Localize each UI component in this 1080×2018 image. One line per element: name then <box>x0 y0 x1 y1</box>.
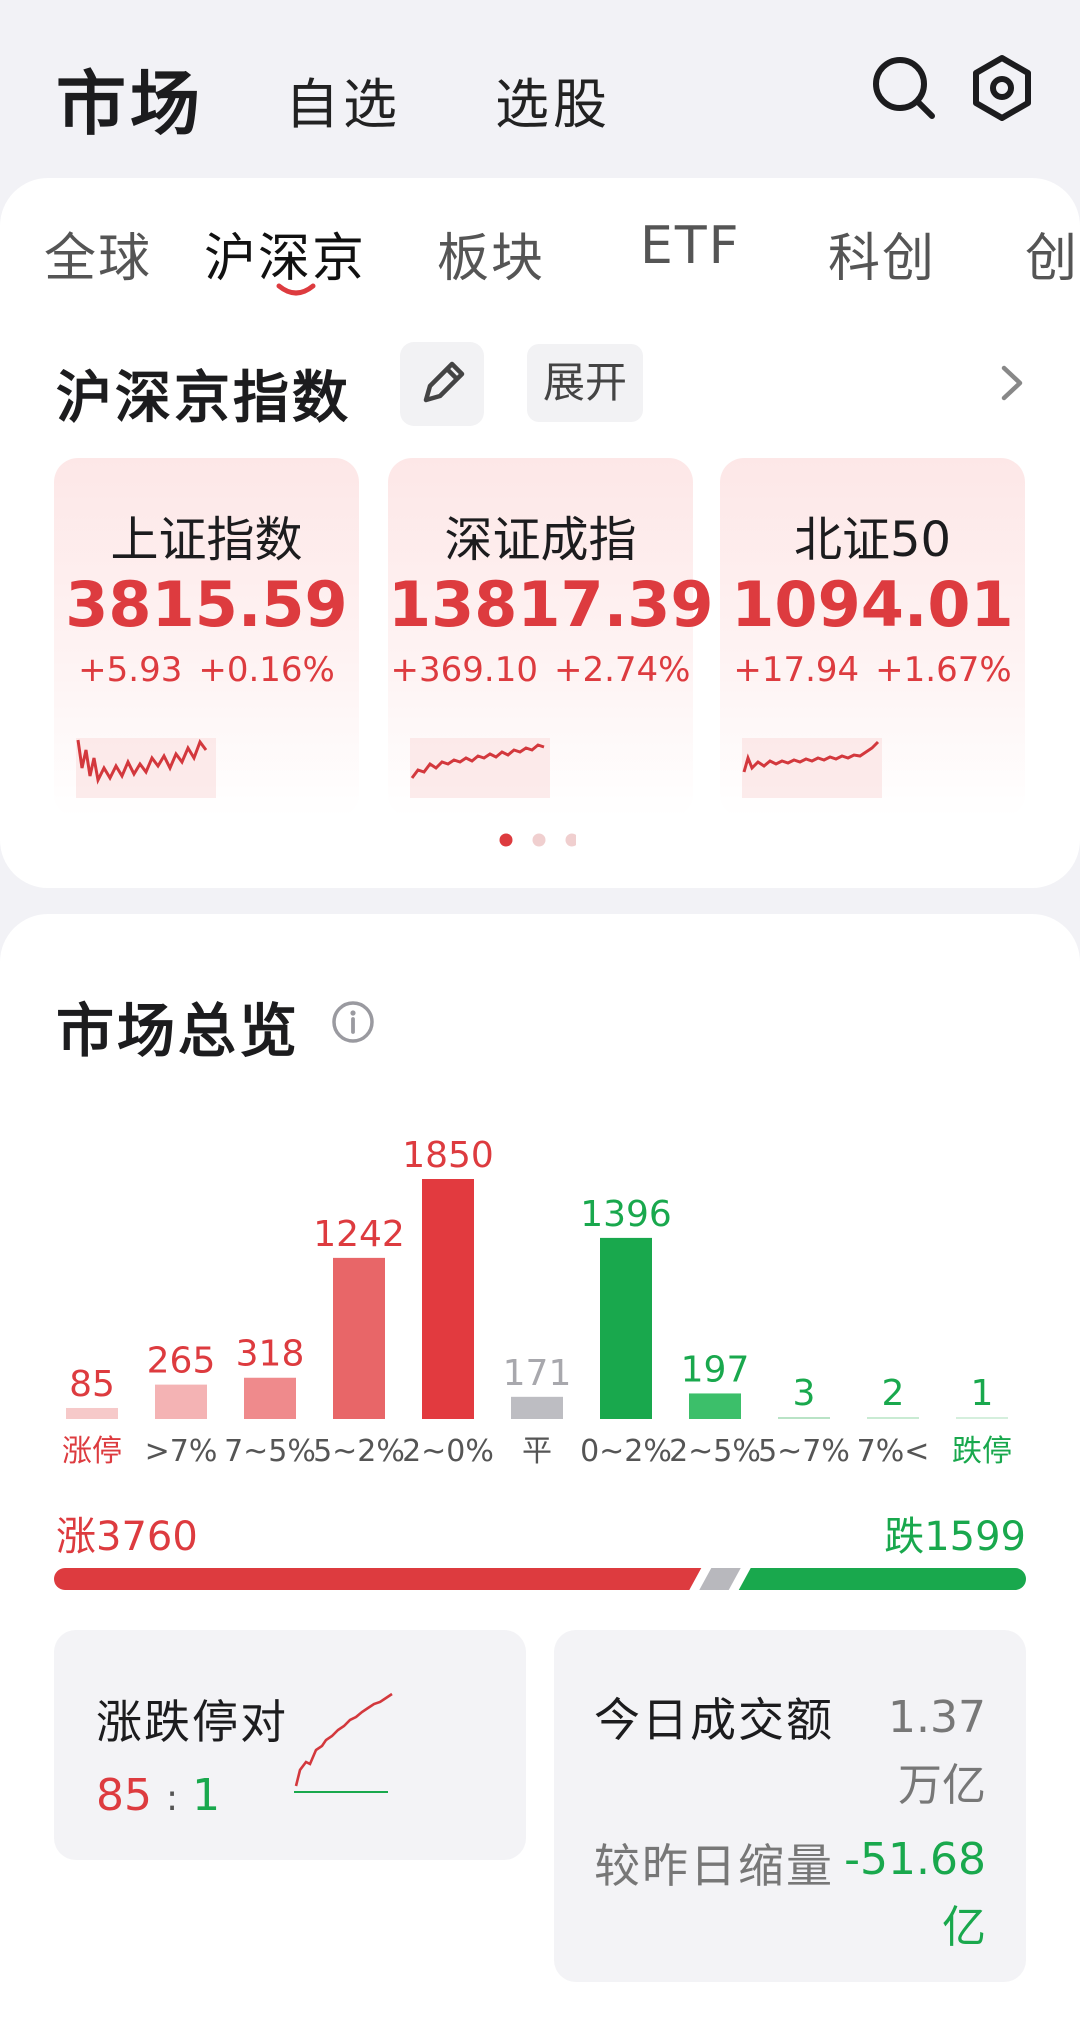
index-change: +5.93 +0.16% <box>54 650 359 690</box>
index-name: 上证指数 <box>110 512 303 568</box>
fall-segment <box>738 1568 1026 1590</box>
sparkline <box>410 738 550 798</box>
turnover-compare-value: -51.68亿 <box>844 1834 986 1953</box>
settings-icon[interactable] <box>966 52 1038 124</box>
bar-value-label: 197 <box>681 1349 750 1390</box>
limit-down-count: 1 <box>192 1770 221 1821</box>
market-subtabs: 全球 沪深京 板块 ETF 科创 创 <box>0 216 1080 296</box>
rise-count-label: 涨3760 <box>56 1514 198 1560</box>
app-header: 市场 自选 选股 <box>0 0 1080 180</box>
bar-value-label: 318 <box>236 1334 305 1375</box>
bar-value-label: 1850 <box>402 1135 494 1176</box>
rise-fall-ratio-bar <box>54 1568 1026 1590</box>
limit-pair-card[interactable]: 涨跌停对 85:1 <box>54 1630 526 1860</box>
ratio-separator: : <box>166 1778 179 1819</box>
flat-segment <box>699 1568 741 1590</box>
index-value: 3815.59 <box>65 568 348 641</box>
bar-8 <box>778 1417 830 1419</box>
sparkline <box>76 738 216 798</box>
carousel-pager[interactable] <box>496 832 576 848</box>
bar-3 <box>333 1257 385 1419</box>
index-card-shenzhen[interactable]: 深证成指 13817.39 +369.10 +2.74% <box>388 458 714 818</box>
category-label: >7% <box>145 1434 218 1469</box>
page-title[interactable]: 市场 <box>56 48 204 149</box>
subtab-sector[interactable]: 板块 <box>437 216 545 291</box>
bar-value-label: 2 <box>882 1373 905 1414</box>
index-name: 深证成指 <box>444 512 637 568</box>
category-label: 2~5% <box>669 1434 761 1469</box>
change-percent: +2.74% <box>553 650 691 690</box>
index-card-beijing50[interactable]: 北证50 1094.01 +17.94 +1.67% <box>720 458 1025 818</box>
category-label: 平 <box>522 1434 552 1469</box>
category-label: 7%< <box>857 1434 930 1469</box>
active-tab-indicator <box>276 283 316 296</box>
fall-count-label: 跌1599 <box>884 1514 1026 1560</box>
change-percent: +0.16% <box>198 650 335 690</box>
edit-button[interactable] <box>400 342 484 426</box>
pager-dot <box>565 833 576 847</box>
tab-stock-picker[interactable]: 选股 <box>495 60 611 139</box>
limit-up-count: 85 <box>96 1770 152 1821</box>
bar-1 <box>155 1384 207 1419</box>
index-card-shanghai[interactable]: 上证指数 3815.59 +5.93 +0.16% <box>54 458 359 818</box>
tab-watchlist[interactable]: 自选 <box>285 60 401 139</box>
limit-pair-sparkline <box>294 1692 393 1793</box>
subtab-chinext[interactable]: 创 <box>1025 216 1079 291</box>
bar-4 <box>422 1179 474 1419</box>
change-points: +369.10 <box>390 650 538 690</box>
distribution-bar-chart: 85 涨停 265 >7% 318 7~5% 1242 5~2% 1850 2~0% 171 平 139… <box>62 1135 1012 1469</box>
index-value: 1094.01 <box>731 568 1014 641</box>
category-label: 5~2% <box>313 1434 405 1469</box>
bar-6 <box>600 1237 652 1419</box>
bar-5 <box>511 1396 563 1419</box>
change-percent: +1.67% <box>875 650 1012 690</box>
bar-value-label: 1242 <box>313 1214 405 1255</box>
category-label: 0~2% <box>580 1434 672 1469</box>
bar-value-label: 265 <box>147 1341 216 1382</box>
subtab-global[interactable]: 全球 <box>44 216 152 291</box>
expand-button[interactable]: 展开 <box>527 344 643 422</box>
bar-2 <box>244 1377 296 1419</box>
bar-0 <box>66 1407 118 1419</box>
bar-value-label: 1396 <box>580 1194 672 1235</box>
bar-7 <box>689 1393 741 1419</box>
bar-value-label: 171 <box>503 1353 572 1394</box>
sparkline <box>742 738 882 798</box>
change-points: +5.93 <box>78 650 183 690</box>
index-change: +17.94 +1.67% <box>720 650 1025 690</box>
turnover-label: 今日成交额 <box>594 1693 834 1747</box>
bar-10 <box>956 1417 1008 1419</box>
bar-value-label: 85 <box>69 1364 115 1405</box>
change-points: +17.94 <box>733 650 860 690</box>
subtab-etf[interactable]: ETF <box>640 216 741 276</box>
search-icon[interactable] <box>868 52 940 124</box>
market-overview-card: 市场总览 85 涨停 265 >7% 318 7~5% 1242 5~2% 1850 2~0% 17… <box>0 914 1080 2018</box>
subtab-hs-bj[interactable]: 沪深京 <box>204 216 366 291</box>
category-label: 5~7% <box>758 1434 850 1469</box>
limit-pair-ratio: 85:1 <box>96 1770 220 1821</box>
bar-9 <box>867 1417 919 1419</box>
turnover-value: 1.37万亿 <box>888 1692 986 1811</box>
index-change: +369.10 +2.74% <box>388 650 693 690</box>
chevron-right-icon[interactable] <box>992 358 1032 408</box>
index-value: 13817.39 <box>388 568 714 641</box>
category-label: 涨停 <box>62 1434 122 1469</box>
bar-value-label: 3 <box>793 1373 816 1414</box>
category-label: 2~0% <box>402 1434 494 1469</box>
indices-section-title: 沪深京指数 <box>56 366 351 431</box>
indices-card: 全球 沪深京 板块 ETF 科创 创 沪深京指数 展开 上证指数 3815.59… <box>0 178 1080 888</box>
pager-dot <box>499 833 513 847</box>
pencil-icon <box>423 361 465 403</box>
pager-dot <box>532 833 546 847</box>
category-label: 7~5% <box>224 1434 316 1469</box>
rise-segment <box>54 1568 702 1590</box>
subtab-star-market[interactable]: 科创 <box>828 216 936 291</box>
bar-value-label: 1 <box>971 1373 994 1414</box>
turnover-compare-label: 较昨日缩量 <box>594 1839 834 1893</box>
category-label: 跌停 <box>952 1434 1012 1469</box>
index-name: 北证50 <box>793 512 952 568</box>
turnover-card[interactable]: 今日成交额 1.37万亿 较昨日缩量 -51.68亿 <box>554 1630 1026 1982</box>
limit-pair-title: 涨跌停对 <box>96 1695 288 1749</box>
